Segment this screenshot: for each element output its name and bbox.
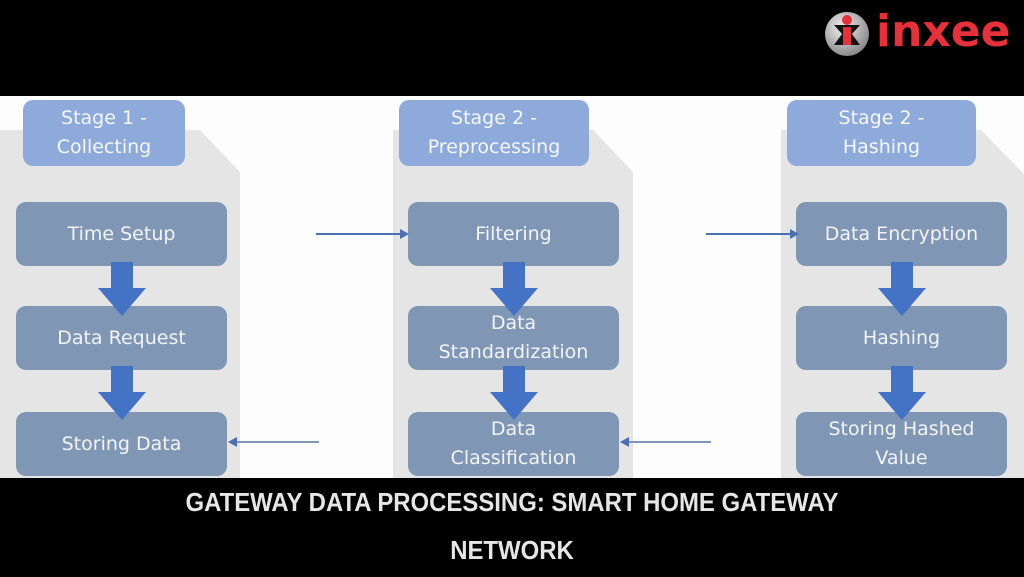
caption-line-1: GATEWAY DATA PROCESSING: SMART HOME GATE… — [185, 487, 839, 517]
stage-3-header-line-2: Hashing — [842, 136, 921, 158]
step-label: Time Setup — [67, 222, 176, 245]
stage-2-header-line-1: Stage 2 - — [451, 107, 537, 129]
diagram-canvas: Stage 1 - Collecting Time Setup Data Req… — [0, 96, 1024, 478]
left-arrow-icon — [620, 437, 711, 447]
step-label: Classification — [450, 447, 577, 469]
step-label: Storing Data — [61, 432, 182, 455]
step-filtering: Filtering — [408, 202, 619, 266]
step-time-setup: Time Setup — [16, 202, 227, 266]
caption-line-2: NETWORK — [450, 535, 574, 565]
stage-1-header: Stage 1 - Collecting — [23, 100, 185, 166]
caption-title: GATEWAY DATA PROCESSING: SMART HOME GATE… — [41, 478, 983, 574]
stage-3-header: Stage 2 - Hashing — [787, 100, 976, 166]
step-label: Value — [875, 447, 928, 469]
step-label: Data Encryption — [824, 222, 979, 245]
inxee-logo: inxee — [824, 6, 1010, 62]
down-arrow-icon — [490, 262, 538, 316]
down-arrow-icon — [878, 262, 926, 316]
step-label: Filtering — [475, 222, 552, 245]
down-arrow-icon — [878, 366, 926, 420]
down-arrow-icon — [98, 366, 146, 420]
step-data-encryption: Data Encryption — [796, 202, 1007, 266]
step-label: Hashing — [862, 326, 941, 349]
step-label: Data Request — [57, 326, 186, 349]
right-arrow-icon — [316, 229, 409, 239]
stage-1-header-line-2: Collecting — [56, 136, 152, 158]
brand-name: inxee — [876, 6, 1011, 57]
down-arrow-icon — [98, 262, 146, 316]
stage-2-header: Stage 2 - Preprocessing — [399, 100, 589, 166]
stage-3-header-line-1: Stage 2 - — [838, 107, 925, 129]
down-arrow-icon — [490, 366, 538, 420]
stage-1-header-line-1: Stage 1 - — [61, 107, 147, 129]
step-label: Standardization — [438, 341, 589, 363]
left-arrow-icon — [228, 437, 319, 447]
right-arrow-icon — [706, 229, 799, 239]
inxee-logo-icon — [824, 11, 870, 57]
stage-2-header-line-2: Preprocessing — [427, 136, 561, 158]
